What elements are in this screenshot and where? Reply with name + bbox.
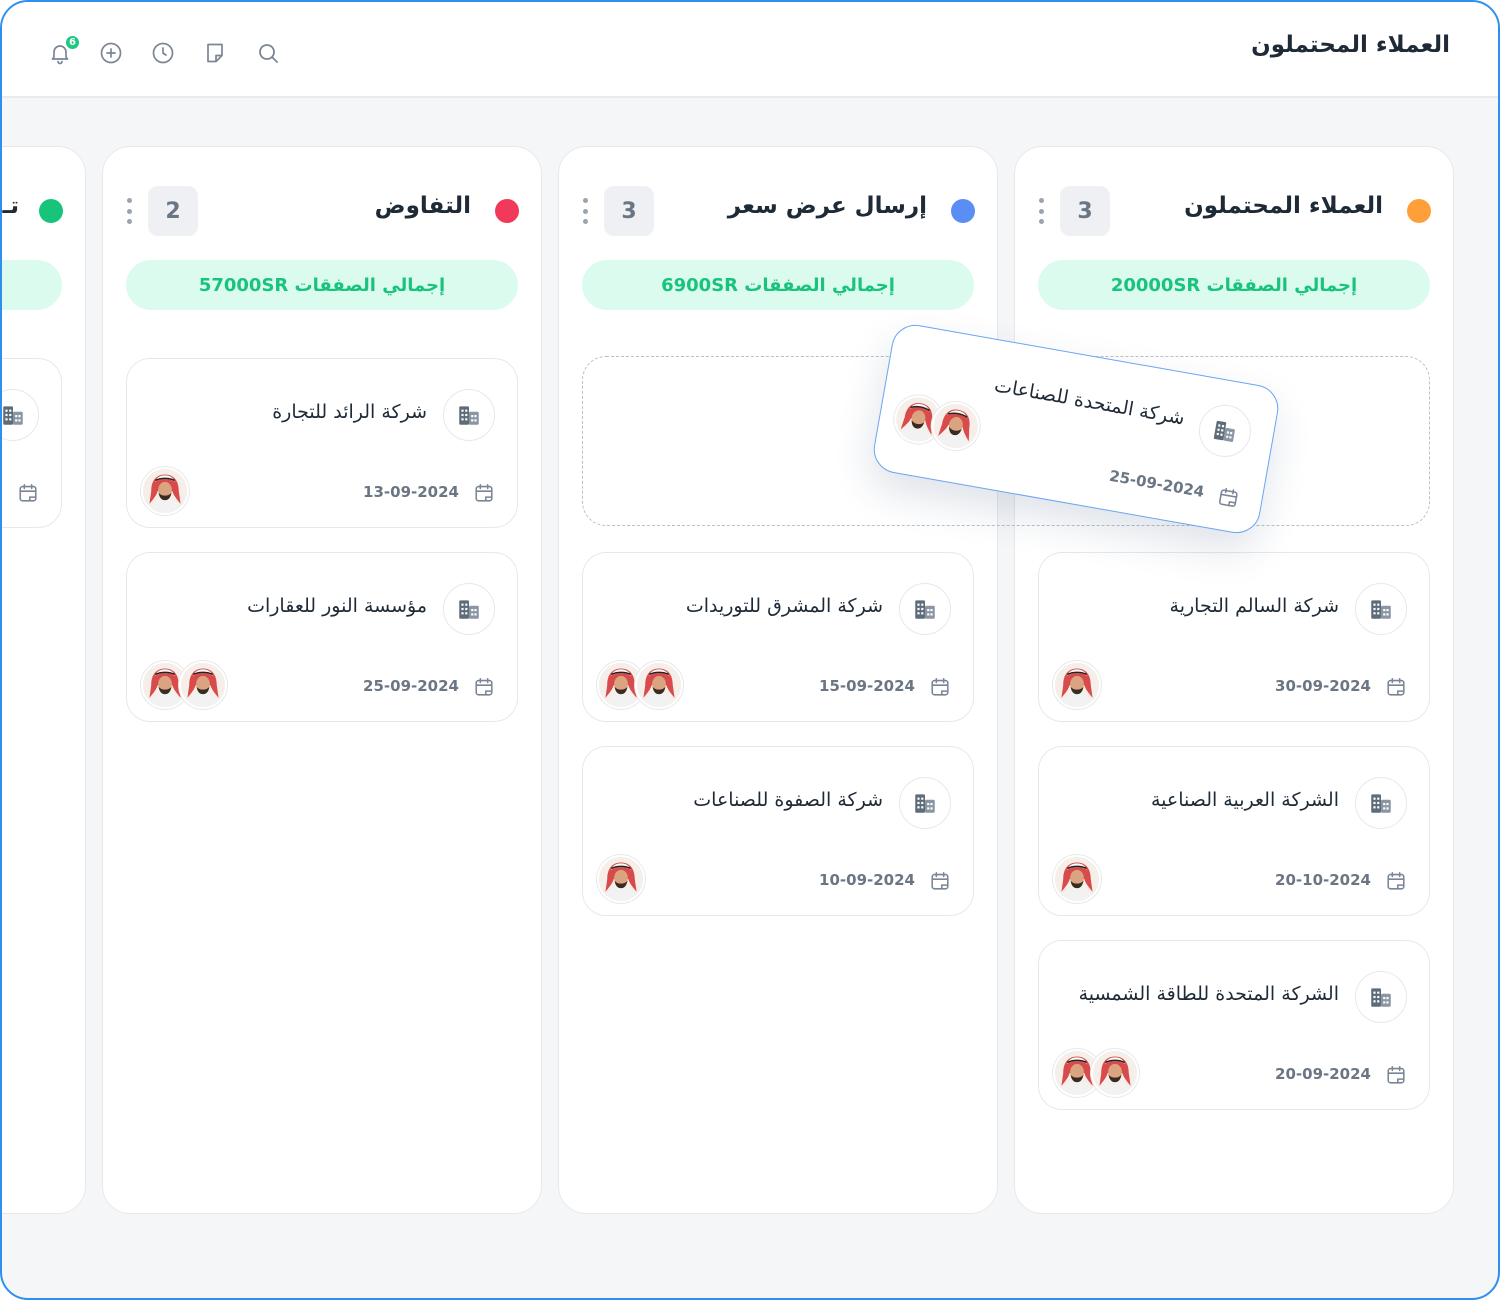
user-avatar[interactable] bbox=[1053, 855, 1101, 903]
column-status-dot bbox=[495, 199, 519, 223]
building-icon bbox=[2, 389, 39, 441]
note-icon[interactable] bbox=[202, 40, 228, 66]
deal-card-name: شركة السالم التجارية bbox=[1169, 595, 1339, 617]
calendar-icon bbox=[931, 677, 949, 696]
calendar-icon bbox=[1387, 1065, 1405, 1084]
user-avatar[interactable] bbox=[141, 467, 189, 515]
column-title: التفاوض bbox=[374, 193, 471, 219]
column-total: إجمالي الصفقات 6900SR bbox=[582, 260, 974, 310]
calendar-icon bbox=[1387, 677, 1405, 696]
building-icon bbox=[443, 389, 495, 441]
user-avatar[interactable] bbox=[635, 661, 683, 709]
app-frame: العملاء المحتملون 6 العملاء المحتملون 3 … bbox=[0, 0, 1500, 1300]
deal-card-date: 20-10-2024 bbox=[1275, 871, 1371, 889]
column-total bbox=[2, 260, 62, 310]
deal-card[interactable]: شركة الصفوة للصناعات 10-09-2024 bbox=[582, 746, 974, 916]
building-icon bbox=[1355, 971, 1407, 1023]
calendar-icon bbox=[475, 677, 493, 696]
deal-card[interactable]: مؤسسة النور للعقارات 25-09-2024 bbox=[126, 552, 518, 722]
calendar-icon bbox=[475, 483, 493, 502]
search-icon[interactable] bbox=[255, 40, 281, 66]
deal-card-name: الشركة المتحدة للطاقة الشمسية bbox=[1078, 983, 1339, 1005]
deal-card-name: شركة الصفوة للصناعات bbox=[693, 789, 883, 811]
top-bar: العملاء المحتملون 6 bbox=[2, 2, 1498, 98]
building-icon bbox=[899, 583, 951, 635]
column-status-dot bbox=[951, 199, 975, 223]
deal-card-date: 25-09-2024 bbox=[363, 677, 459, 695]
building-icon bbox=[1194, 400, 1256, 462]
column-status-dot bbox=[1407, 199, 1431, 223]
deal-card[interactable]: الشركة المتحدة للطاقة الشمسية 20-09-2024 bbox=[1038, 940, 1430, 1110]
column-menu-icon[interactable] bbox=[1037, 197, 1045, 225]
deal-card-date: 10-09-2024 bbox=[819, 871, 915, 889]
building-icon bbox=[1355, 777, 1407, 829]
deal-card[interactable]: شركة الرائد للتجارة 13-09-2024 bbox=[126, 358, 518, 528]
calendar-icon bbox=[19, 483, 37, 502]
column-title: العملاء المحتملون bbox=[1184, 193, 1383, 219]
column-count: 3 bbox=[1060, 186, 1110, 236]
column-send-quote: إرسال عرض سعر 3 إجمالي الصفقات 6900SR شر… bbox=[558, 146, 998, 1214]
deal-card-date: 15-09-2024 bbox=[819, 677, 915, 695]
column-total: إجمالي الصفقات 57000SR bbox=[126, 260, 518, 310]
deal-card-name: شركة الرائد للتجارة bbox=[272, 401, 427, 423]
column-count: 2 bbox=[148, 186, 198, 236]
user-avatar[interactable] bbox=[179, 661, 227, 709]
deal-card-name: الشركة العربية الصناعية bbox=[1150, 789, 1339, 811]
column-menu-icon[interactable] bbox=[581, 197, 589, 225]
column-partial: تـ bbox=[2, 146, 86, 1214]
calendar-icon bbox=[931, 871, 949, 890]
column-potential-clients: العملاء المحتملون 3 إجمالي الصفقات 20000… bbox=[1014, 146, 1454, 1214]
column-status-dot bbox=[39, 199, 63, 223]
notification-badge: 6 bbox=[64, 34, 81, 51]
column-negotiation: التفاوض 2 إجمالي الصفقات 57000SR شركة ال… bbox=[102, 146, 542, 1214]
deal-card-name: مؤسسة النور للعقارات bbox=[247, 595, 427, 617]
building-icon bbox=[443, 583, 495, 635]
column-menu-icon[interactable] bbox=[125, 197, 133, 225]
assignee-avatars bbox=[890, 391, 984, 454]
deal-card-date: 13-09-2024 bbox=[363, 483, 459, 501]
column-title: تـ bbox=[2, 193, 20, 219]
add-circle-icon[interactable] bbox=[98, 40, 124, 66]
clock-icon[interactable] bbox=[150, 40, 176, 66]
building-icon bbox=[1355, 583, 1407, 635]
user-avatar[interactable] bbox=[1091, 1049, 1139, 1097]
deal-card[interactable]: شركة المشرق للتوريدات 15-09-2024 bbox=[582, 552, 974, 722]
deal-card[interactable] bbox=[2, 358, 62, 528]
column-total: إجمالي الصفقات 20000SR bbox=[1038, 260, 1430, 310]
deal-card[interactable]: الشركة العربية الصناعية 20-10-2024 bbox=[1038, 746, 1430, 916]
deal-card-name: شركة المتحدة للصناعات bbox=[992, 374, 1187, 430]
deal-card-date: 30-09-2024 bbox=[1275, 677, 1371, 695]
column-title: إرسال عرض سعر bbox=[727, 193, 927, 219]
deal-card[interactable]: شركة السالم التجارية 30-09-2024 bbox=[1038, 552, 1430, 722]
user-avatar[interactable] bbox=[597, 855, 645, 903]
deal-card-date: 25-09-2024 bbox=[1107, 466, 1206, 502]
building-icon bbox=[899, 777, 951, 829]
calendar-icon bbox=[1218, 487, 1238, 507]
user-avatar[interactable] bbox=[1053, 661, 1101, 709]
calendar-icon bbox=[1387, 871, 1405, 890]
deal-card-name: شركة المشرق للتوريدات bbox=[685, 595, 883, 617]
page-title: العملاء المحتملون bbox=[1251, 32, 1450, 58]
notification-bell-icon[interactable]: 6 bbox=[47, 34, 81, 66]
column-count: 3 bbox=[604, 186, 654, 236]
deal-card-date: 20-09-2024 bbox=[1275, 1065, 1371, 1083]
